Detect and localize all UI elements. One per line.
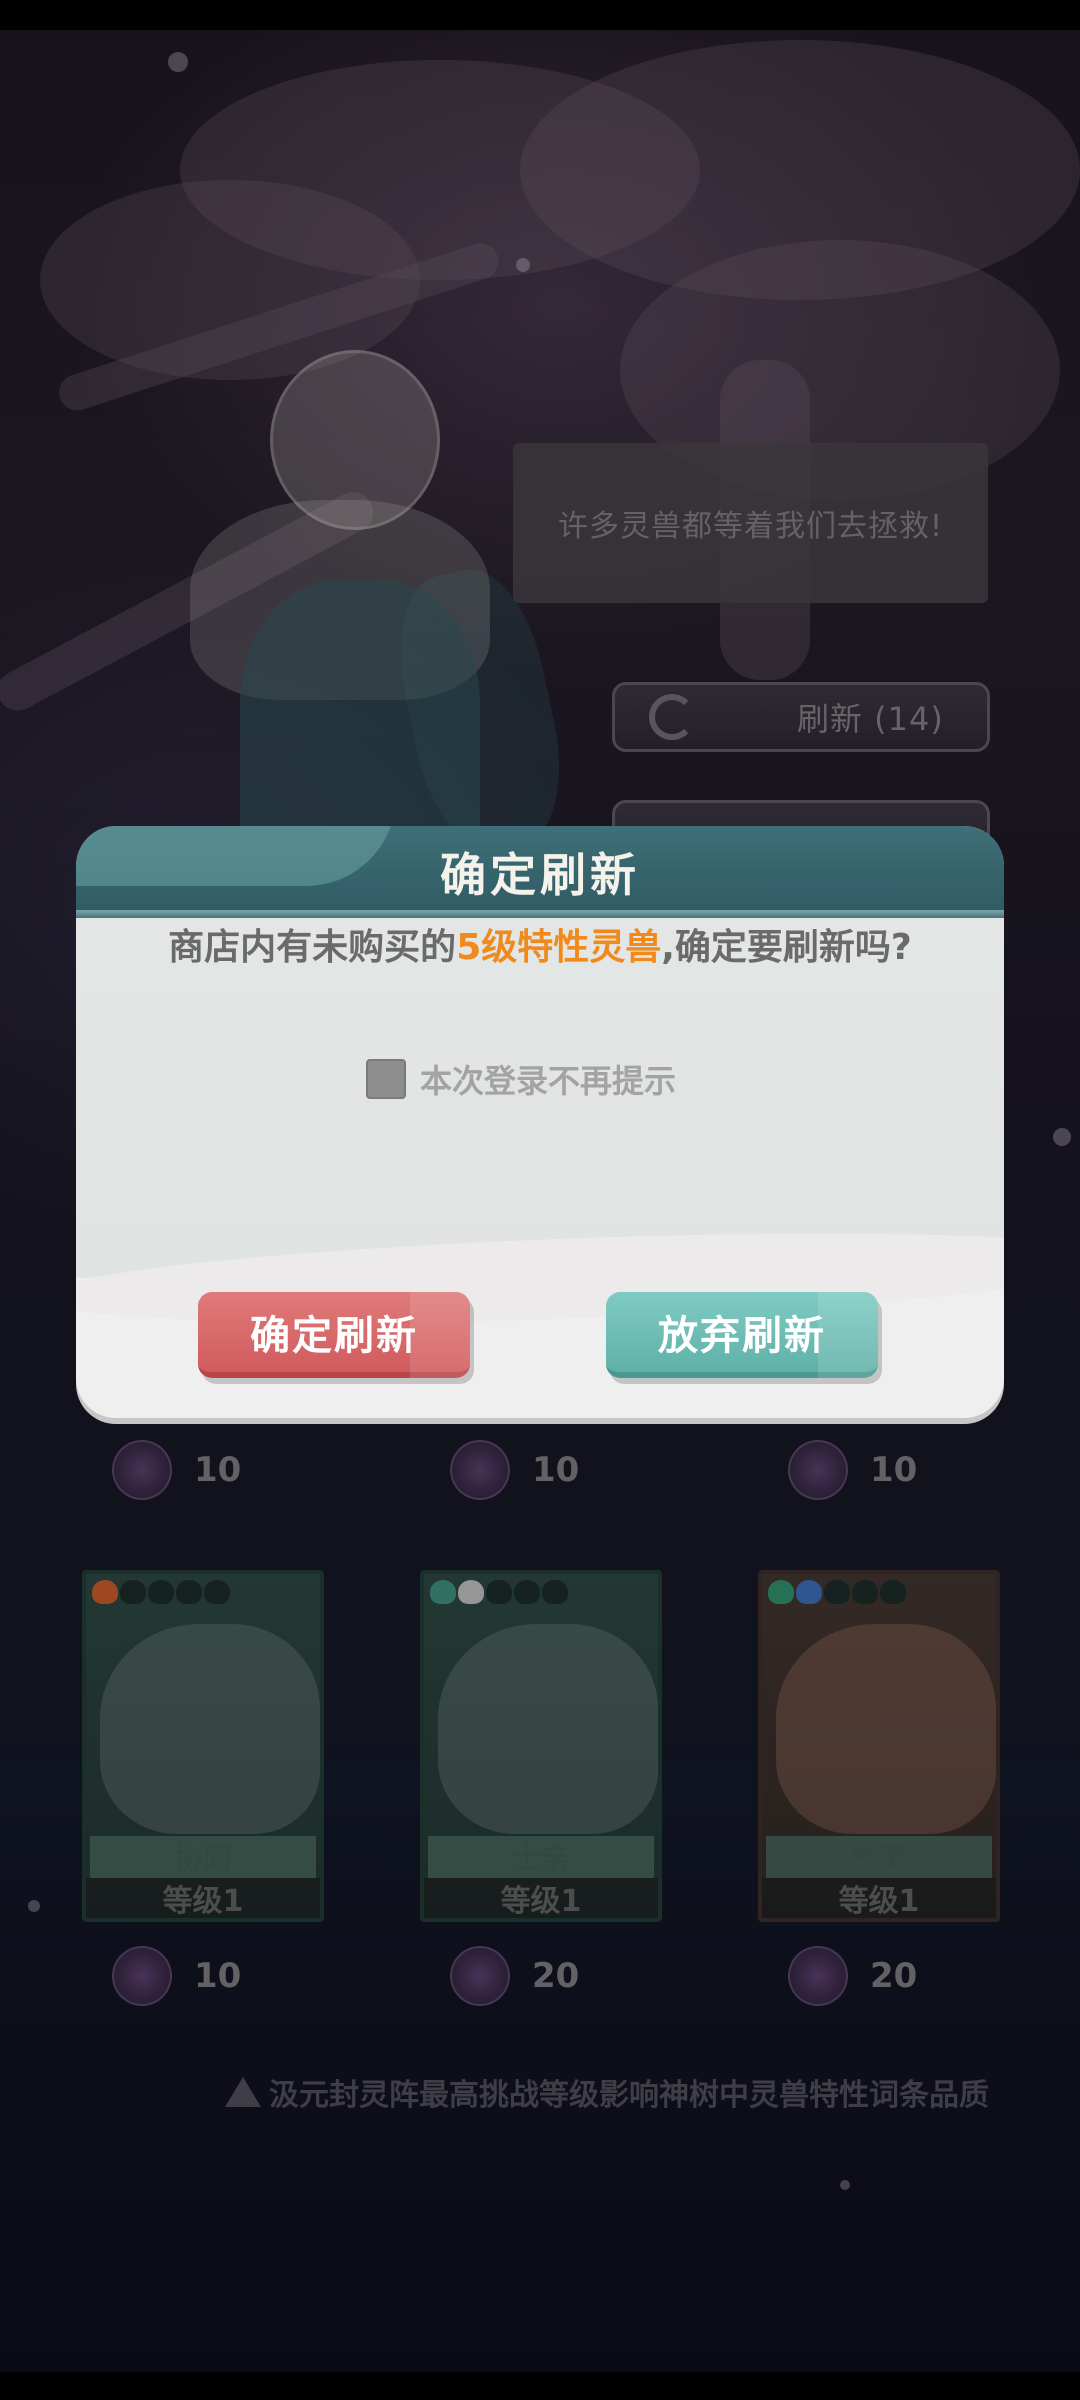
shop-notice: 汲元封灵阵最高挑战等级影响神树中灵兽特性词条品质 [225,2070,989,2114]
abandon-refresh-label: 放弃刷新 [658,1312,826,1359]
spirit-gem-icon [788,1440,848,1500]
paw-icon [120,1580,146,1604]
beast-card[interactable]: 气灵 等级1 [758,1570,1000,1922]
sparkle [28,1900,40,1912]
spirit-gem-icon [112,1946,172,2006]
price-tag: 10 [788,1440,1038,1500]
speech-bubble: 许多灵兽都等着我们去拯救! [513,443,988,603]
spirit-gem-icon [788,1946,848,2006]
warning-icon [225,2077,261,2107]
sparkle [168,52,188,72]
confirm-refresh-label: 确定刷新 [250,1312,418,1359]
beast-card[interactable]: 士亲 等级1 [420,1570,662,1922]
price-tag: 20 [788,1946,1038,2006]
dialog-title: 确定刷新 [440,848,640,902]
refresh-button[interactable]: 刷新 (14) [612,682,990,752]
price-tag: 10 [450,1440,700,1500]
quality-paws [430,1580,568,1604]
dont-remind-label: 本次登录不再提示 [420,1062,677,1100]
speech-text: 许多灵兽都等着我们去拯救! [557,509,944,544]
paw-icon [148,1580,174,1604]
paw-icon [768,1580,794,1604]
beast-trait: 协同 [90,1836,316,1878]
paw-icon [796,1580,822,1604]
price-value: 10 [870,1450,918,1490]
paw-icon [824,1580,850,1604]
quality-paws [768,1580,906,1604]
price-value: 10 [194,1956,242,1996]
paw-icon [514,1580,540,1604]
beast-card[interactable]: 协同 等级1 [82,1570,324,1922]
price-value: 10 [194,1450,242,1490]
dont-remind-checkbox[interactable] [366,1059,406,1099]
notice-text: 汲元封灵阵最高挑战等级影响神树中灵兽特性词条品质 [269,2078,989,2113]
quality-paws [92,1580,230,1604]
dont-remind-option[interactable]: 本次登录不再提示 [366,1056,676,1102]
beast-trait: 气灵 [766,1836,992,1878]
beast-level: 等级1 [762,1878,996,1918]
refresh-icon [649,694,695,740]
price-value: 10 [532,1450,580,1490]
dialog-header: 确定刷新 [76,826,1004,922]
paw-icon [542,1580,568,1604]
navigation-bar [0,2372,1080,2400]
beast-level: 等级1 [424,1878,658,1918]
character-head [270,350,440,530]
paw-icon [430,1580,456,1604]
refresh-button-label: 刷新 (14) [797,700,944,738]
price-tag: 10 [112,1440,362,1500]
message-prefix: 商店内有未购买的 [168,927,457,968]
dialog-message: 商店内有未购买的5级特性灵兽,确定要刷新吗? [76,918,1004,970]
beast-trait: 士亲 [428,1836,654,1878]
status-bar [0,0,1080,30]
paw-icon [486,1580,512,1604]
paw-icon [880,1580,906,1604]
character-portrait [150,330,578,890]
paw-icon [176,1580,202,1604]
sparkle [516,258,530,272]
price-value: 20 [870,1956,918,1996]
paw-icon [204,1580,230,1604]
paw-icon [458,1580,484,1604]
beast-illustration [100,1624,320,1834]
spirit-gem-icon [112,1440,172,1500]
price-tag: 20 [450,1946,700,2006]
confirm-refresh-dialog: 确定刷新 商店内有未购买的5级特性灵兽,确定要刷新吗? 本次登录不再提示 确定刷… [76,826,1004,1418]
price-value: 20 [532,1956,580,1996]
beast-illustration [438,1624,658,1834]
sparkle [1053,1128,1071,1146]
confirm-refresh-button[interactable]: 确定刷新 [198,1292,470,1378]
message-suffix: ,确定要刷新吗? [661,927,912,968]
price-tag: 10 [112,1946,362,2006]
spirit-gem-icon [450,1946,510,2006]
beast-level: 等级1 [86,1878,320,1918]
beast-illustration [776,1624,996,1834]
spirit-gem-icon [450,1440,510,1500]
message-highlight: 5级特性灵兽 [456,927,662,968]
paw-icon [92,1580,118,1604]
sparkle [840,2180,850,2190]
paw-icon [852,1580,878,1604]
abandon-refresh-button[interactable]: 放弃刷新 [606,1292,878,1378]
